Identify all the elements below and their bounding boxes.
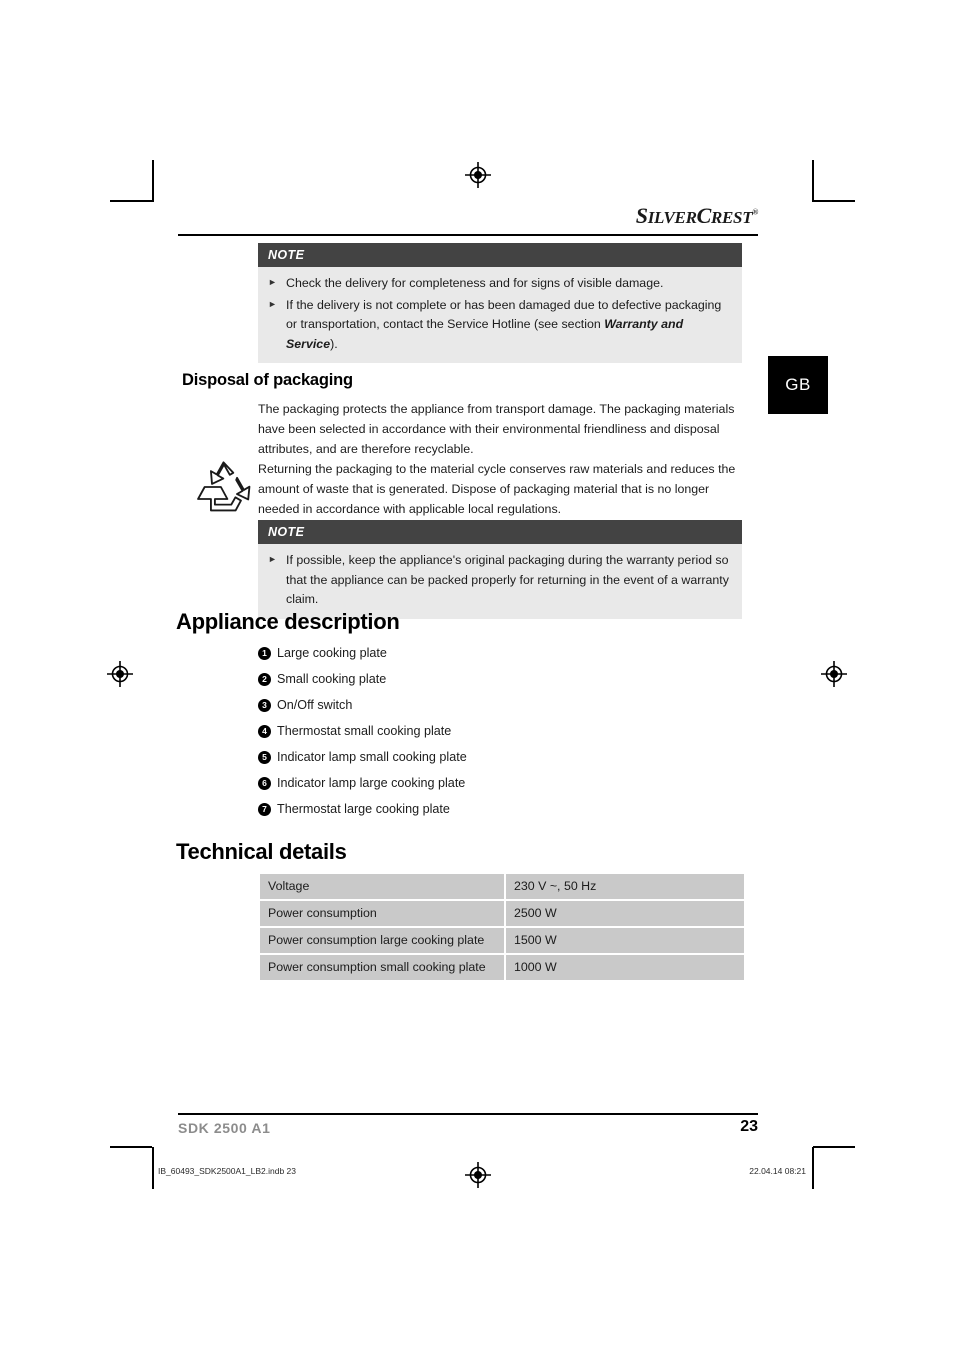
registration-mark-right	[821, 661, 847, 687]
appliance-parts-list: 1 Large cooking plate 2 Small cooking plate…	[258, 640, 467, 822]
part-label: Thermostat large cooking plate	[277, 802, 450, 816]
part-label: Small cooking plate	[277, 672, 387, 686]
spec-value-cell: 1000 W	[506, 955, 744, 980]
part-label: Indicator lamp large cooking plate	[277, 776, 466, 790]
crop-mark-bottom-right-vertical	[812, 1147, 814, 1189]
print-timestamp: 22.04.14 08:21	[749, 1166, 806, 1176]
print-file-name: IB_60493_SDK2500A1_LB2.indb 23	[158, 1166, 297, 1176]
note-item-text: If possible, keep the appliance's origin…	[286, 553, 729, 607]
crop-mark-bottom-left-horizontal	[110, 1146, 152, 1148]
logo-rest: REST	[710, 208, 753, 227]
crop-mark-bottom-left-vertical	[152, 1147, 154, 1189]
appliance-part-item: 3 On/Off switch	[258, 692, 467, 718]
part-number-badge: 6	[258, 776, 271, 790]
table-row: Voltage 230 V ~, 50 Hz	[260, 874, 744, 899]
heading-disposal-of-packaging: Disposal of packaging	[182, 371, 353, 389]
crop-mark-bottom-right-horizontal	[813, 1146, 855, 1148]
table-row: Power consumption 2500 W	[260, 901, 744, 926]
paragraph-packaging-protects: The packaging protects the appliance fro…	[258, 402, 735, 457]
part-number-badge: 7	[258, 802, 271, 816]
recycling-icon	[197, 461, 251, 512]
part-number-badge: 2	[258, 672, 271, 686]
technical-details-table: Voltage 230 V ~, 50 Hz Power consumption 25…	[258, 872, 746, 982]
appliance-part-item: 5 Indicator lamp small cooking plate	[258, 744, 467, 770]
logo-c: C	[696, 203, 712, 228]
footer-rule	[178, 1113, 758, 1115]
spec-label-cell: Power consumption small cooking plate	[260, 955, 504, 980]
part-number-badge: 1	[258, 646, 271, 660]
document-page: SILVERCREST® GB NOTE ► Check the deliver…	[0, 0, 954, 1350]
heading-technical-details: Technical details	[176, 839, 347, 864]
registration-mark-bottom	[465, 1162, 491, 1188]
note-box-delivery: NOTE ► Check the delivery for completene…	[258, 243, 742, 364]
note-item: ► If possible, keep the appliance's orig…	[268, 551, 730, 610]
appliance-part-item: 7 Thermostat large cooking plate	[258, 796, 467, 822]
spec-label-cell: Voltage	[260, 874, 504, 899]
footer-model-name: SDK 2500 A1	[178, 1120, 271, 1136]
note-header: NOTE	[258, 520, 742, 544]
crop-mark-top-right-vertical	[812, 160, 814, 202]
triangle-bullet-icon: ►	[268, 298, 277, 309]
triangle-bullet-icon: ►	[268, 277, 277, 287]
part-label: On/Off switch	[277, 698, 353, 712]
note-header: NOTE	[258, 243, 742, 267]
language-tab-gb: GB	[768, 356, 828, 414]
part-label: Thermostat small cooking plate	[277, 724, 452, 738]
part-number-badge: 4	[258, 724, 271, 738]
part-number-badge: 5	[258, 750, 271, 764]
triangle-bullet-icon: ►	[268, 554, 277, 564]
note-box-keep-packaging: NOTE ► If possible, keep the appliance's…	[258, 520, 742, 619]
spec-value-cell: 2500 W	[506, 901, 744, 926]
silvercrest-logo: SILVERCREST®	[635, 203, 759, 229]
appliance-part-item: 1 Large cooking plate	[258, 640, 467, 666]
note-body: ► Check the delivery for completeness an…	[258, 267, 742, 364]
note-item: ► If the delivery is not complete or has…	[268, 296, 730, 355]
logo-s: S	[635, 203, 648, 228]
spec-label-cell: Power consumption large cooking plate	[260, 928, 504, 953]
note-text-after: ).	[330, 336, 338, 351]
header-rule	[178, 234, 758, 236]
registration-mark-top	[465, 162, 491, 188]
crop-mark-top-left-horizontal	[110, 200, 152, 202]
appliance-part-item: 4 Thermostat small cooking plate	[258, 718, 467, 744]
trademark-symbol: ®	[752, 207, 758, 217]
spec-value-cell: 1500 W	[506, 928, 744, 953]
heading-appliance-description: Appliance description	[176, 609, 400, 634]
note-item-text: Check the delivery for completeness and …	[286, 276, 664, 290]
part-label: Large cooking plate	[277, 646, 387, 660]
note-item-text: If the delivery is not complete or has b…	[286, 296, 730, 355]
appliance-part-item: 2 Small cooking plate	[258, 666, 467, 692]
table-row: Power consumption large cooking plate 150…	[260, 928, 744, 953]
crop-mark-top-left-vertical	[152, 160, 154, 202]
note-item: ► Check the delivery for completeness an…	[268, 274, 730, 294]
spec-label-cell: Power consumption	[260, 901, 504, 926]
note-body: ► If possible, keep the appliance's orig…	[258, 544, 742, 619]
part-number-badge: 3	[258, 698, 271, 712]
crop-mark-top-right-horizontal	[813, 200, 855, 202]
logo-ilver: ILVER	[647, 208, 697, 227]
registration-mark-left	[107, 661, 133, 687]
appliance-part-item: 6 Indicator lamp large cooking plate	[258, 770, 467, 796]
table-row: Power consumption small cooking plate 100…	[260, 955, 744, 980]
part-label: Indicator lamp small cooking plate	[277, 750, 467, 764]
footer-page-number: 23	[740, 1118, 758, 1135]
paragraph-returning-packaging: Returning the packaging to the material …	[258, 462, 736, 517]
spec-value-cell: 230 V ~, 50 Hz	[506, 874, 744, 899]
language-tab-label: GB	[785, 375, 811, 394]
